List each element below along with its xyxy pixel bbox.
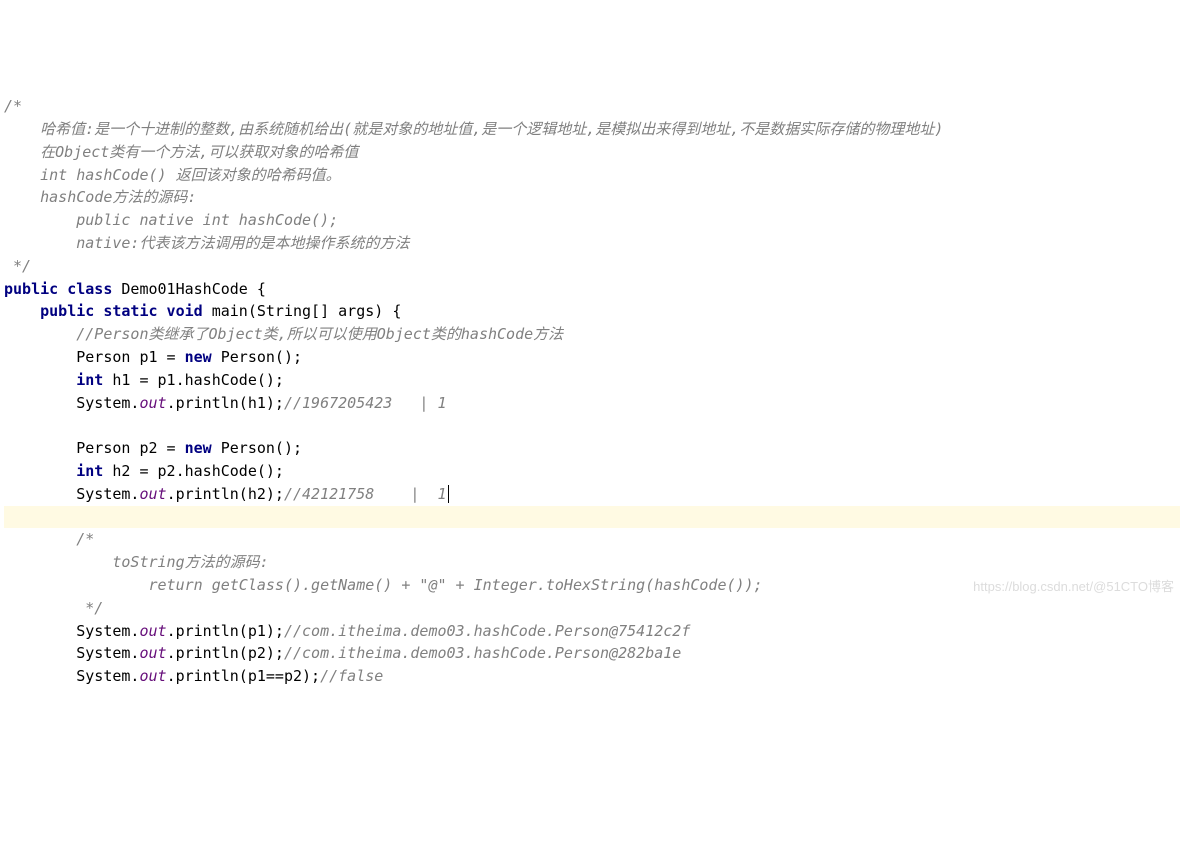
field-out: out: [139, 644, 166, 662]
code-text: System.: [4, 644, 139, 662]
code-editor[interactable]: /* 哈希值:是一个十进制的整数,由系统随机给出(就是对象的地址值,是一个逻辑地…: [4, 95, 1180, 688]
code-text: Person();: [212, 439, 302, 457]
field-out: out: [139, 394, 166, 412]
code-text: System.: [4, 667, 139, 685]
string-literal: "@": [419, 576, 446, 594]
comment-line: //Person类继承了Object类,所以可以使用Object类的hashCo…: [4, 325, 563, 343]
field-out: out: [139, 622, 166, 640]
comment-line: + Integer.toHexString(hashCode());: [447, 576, 763, 594]
keyword: new: [185, 348, 212, 366]
field-out: out: [139, 667, 166, 685]
code-text: System.: [4, 622, 139, 640]
method-sig: main(String[] args) {: [203, 302, 402, 320]
comment-line: native:代表该方法调用的是本地操作系统的方法: [4, 234, 409, 252]
comment-open: /*: [4, 530, 94, 548]
comment-line: 在Object类有一个方法,可以获取对象的哈希值: [4, 143, 358, 161]
code-text: .println(h2);: [167, 485, 284, 503]
comment-open: /*: [4, 97, 22, 115]
keyword: public class: [4, 280, 112, 298]
code-text: .println(p2);: [167, 644, 284, 662]
comment-close: */: [4, 599, 103, 617]
code-text: .println(p1);: [167, 622, 284, 640]
comment-line: toString方法的源码:: [4, 553, 269, 571]
code-text: Person();: [212, 348, 302, 366]
comment-line: 哈希值:是一个十进制的整数,由系统随机给出(就是对象的地址值,是一个逻辑地址,是…: [4, 120, 943, 138]
keyword: int: [76, 371, 103, 389]
comment-close: */: [4, 257, 31, 275]
comment-line: hashCode方法的源码:: [4, 188, 196, 206]
text-cursor: [448, 485, 449, 503]
watermark: https://blog.csdn.net/@51CTO博客: [973, 577, 1174, 597]
field-out: out: [139, 485, 166, 503]
keyword: new: [185, 439, 212, 457]
code-text: Person p2 =: [4, 439, 185, 457]
code-text: .println(h1);: [167, 394, 284, 412]
code-text: h1 = p1.hashCode();: [103, 371, 284, 389]
class-name: Demo01HashCode {: [112, 280, 266, 298]
code-text: System.: [4, 485, 139, 503]
comment-line: public native int hashCode();: [4, 211, 338, 229]
comment-line: //com.itheima.demo03.hashCode.Person@754…: [284, 622, 690, 640]
keyword: int: [76, 462, 103, 480]
comment-line: return getClass().getName() +: [4, 576, 419, 594]
comment-line: //42121758 | 1: [284, 485, 447, 503]
keyword: public static void: [40, 302, 203, 320]
code-text: System.: [4, 394, 139, 412]
code-text: h2 = p2.hashCode();: [103, 462, 284, 480]
comment-line: //com.itheima.demo03.hashCode.Person@282…: [284, 644, 681, 662]
comment-line: //1967205423 | 1: [284, 394, 447, 412]
caret-line: [4, 506, 1180, 529]
comment-line: //false: [320, 667, 383, 685]
code-text: Person p1 =: [4, 348, 185, 366]
comment-line: int hashCode() 返回该对象的哈希码值。: [4, 166, 341, 184]
code-text: .println(p1==p2);: [167, 667, 321, 685]
